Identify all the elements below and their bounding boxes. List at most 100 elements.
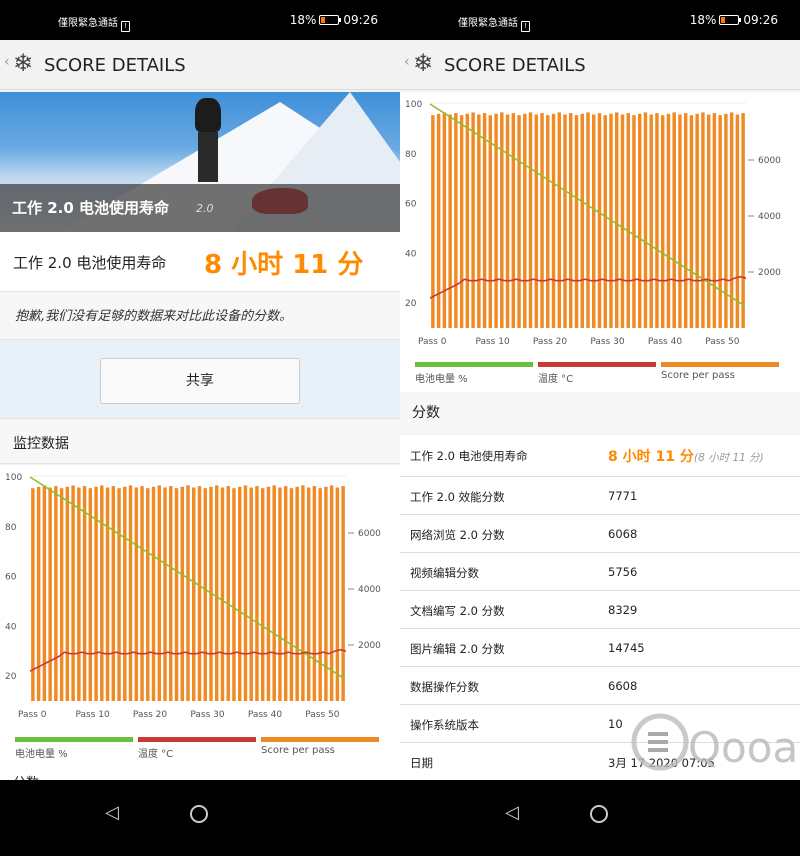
clock: 09:26 <box>343 13 378 27</box>
score-bar <box>557 112 561 329</box>
status-bar: 僅限緊急通話! 18% 09:26 <box>0 0 400 40</box>
score-bar <box>54 486 58 701</box>
score-bar <box>151 486 156 701</box>
left-tick-label: 80 <box>405 150 417 160</box>
chart-legend: 电池电量 % 温度 °C Score per pass <box>0 737 400 767</box>
chart-left-container: 20 40 60 80 100 2000 4000 6000 Pass 0 Pass 10 Pass… <box>0 465 400 735</box>
share-button[interactable]: 共享 <box>100 358 300 404</box>
snowflake-icon: ❄ <box>413 49 434 77</box>
score-bar <box>266 486 271 701</box>
score-bar <box>505 114 510 328</box>
score-bar <box>626 113 630 328</box>
row-value: 6068 <box>608 527 638 541</box>
score-bar <box>637 113 642 328</box>
score-bar <box>163 487 167 701</box>
legend-battery: 电池电量 % <box>415 362 533 385</box>
score-bar <box>580 113 584 328</box>
table-row: 操作系统版本 10 <box>400 705 800 743</box>
score-bar <box>220 487 225 701</box>
score-bar <box>169 486 173 701</box>
table-row: 工作 2.0 效能分数 7771 <box>400 477 800 515</box>
x-tick-label: Pass 0 <box>418 337 447 347</box>
row-value: 14745 <box>608 641 645 655</box>
left-tick-label: 60 <box>405 200 417 210</box>
score-bar <box>226 486 230 701</box>
left-tick-label: 40 <box>405 249 417 259</box>
right-tick-label: 4000 <box>358 585 381 595</box>
row-value: 7771 <box>608 489 638 503</box>
row-key: 工作 2.0 电池使用寿命 <box>410 449 528 463</box>
back-icon[interactable]: ‹ <box>404 54 410 70</box>
snowflake-icon: ❄ <box>13 49 34 77</box>
status-right: 18% 09:26 <box>690 13 778 27</box>
nav-home-icon[interactable] <box>190 805 208 823</box>
left-tick-label: 20 <box>405 299 417 309</box>
score-bar <box>672 112 676 329</box>
no-comparison-notice: 抱歉,我们没有足够的数据来对比此设备的分数。 <box>0 292 400 340</box>
x-tick-label: Pass 50 <box>305 710 340 720</box>
score-bar <box>649 114 653 328</box>
row-value: 5756 <box>608 565 638 579</box>
score-bar <box>442 112 447 329</box>
legend-score: Score per pass <box>261 737 379 756</box>
score-bar <box>528 112 533 329</box>
left-tick-label: 80 <box>5 523 17 533</box>
left-screen: 僅限緊急通話! 18% 09:26 ‹ ❄ SCORE DETAILS 工作 2.… <box>0 0 400 856</box>
score-bar <box>546 115 550 328</box>
score-bar <box>243 485 248 701</box>
score-bar <box>511 113 516 328</box>
score-bar <box>551 113 556 328</box>
result-row: 工作 2.0 电池使用寿命 8 小时 11 分 <box>0 232 400 292</box>
score-bar <box>523 113 527 328</box>
left-tick-label: 40 <box>5 622 17 632</box>
sim-icon: ! <box>521 21 530 32</box>
battery-percent: 18% <box>689 13 717 27</box>
score-bar <box>540 113 544 328</box>
score-bar <box>655 113 659 328</box>
nav-home-icon[interactable] <box>590 805 608 823</box>
score-bar <box>180 486 184 701</box>
skier-figure <box>195 98 221 132</box>
score-bar <box>59 488 64 701</box>
back-icon[interactable]: ‹ <box>4 54 10 70</box>
score-bar <box>695 113 699 328</box>
score-bar <box>706 114 711 328</box>
score-bar <box>683 113 688 328</box>
x-tick-label: Pass 0 <box>18 710 47 720</box>
score-bar <box>111 486 116 701</box>
right-tick-label: 6000 <box>758 156 781 166</box>
table-row: 日期 3月 17 2020 07:05 <box>400 743 800 781</box>
monitor-heading: 监控数据 <box>0 418 400 464</box>
result-value: 8 小时 11 分 <box>204 250 364 280</box>
score-heading: 分数 <box>400 392 800 434</box>
score-bar <box>48 487 52 701</box>
result-label: 工作 2.0 电池使用寿命 <box>13 254 167 272</box>
score-bar <box>146 488 150 701</box>
score-bar <box>295 486 299 701</box>
score-bar <box>534 114 539 328</box>
row-key: 操作系统版本 <box>410 718 479 732</box>
score-bar <box>471 112 475 329</box>
legend-temperature: 温度 °C <box>538 362 656 385</box>
score-bar <box>192 487 196 701</box>
chart-right-container: 20 40 60 80 100 2000 4000 6000 Pass 0 Pass 10 Pass… <box>400 92 800 362</box>
x-tick-label: Pass 10 <box>475 337 510 347</box>
hero-caption: 工作 2.0 电池使用寿命 2.0 <box>0 184 400 232</box>
left-tick-label: 60 <box>5 573 17 583</box>
score-bar <box>689 115 694 328</box>
score-bar <box>301 485 305 701</box>
score-bar <box>335 487 340 701</box>
share-area: 共享 <box>0 340 400 420</box>
nav-back-icon[interactable]: ◁ <box>505 802 519 823</box>
score-bar <box>477 114 481 328</box>
battery-icon <box>319 15 342 25</box>
score-bar <box>71 485 75 701</box>
score-bar <box>701 112 705 329</box>
status-right: 18% 09:26 <box>290 13 378 27</box>
x-tick-label: Pass 10 <box>75 710 110 720</box>
nav-back-icon[interactable]: ◁ <box>105 802 119 823</box>
score-bar <box>718 115 722 328</box>
score-bar <box>128 485 133 701</box>
score-bar <box>117 488 121 701</box>
x-tick-label: Pass 50 <box>705 337 740 347</box>
